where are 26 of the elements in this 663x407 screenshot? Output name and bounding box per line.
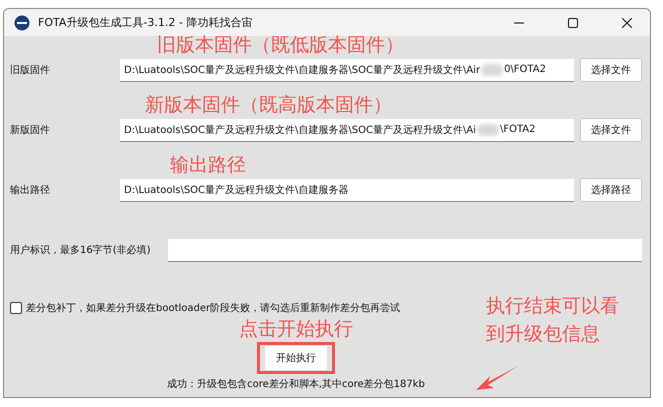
annotation-text: 到升级包信息	[486, 322, 601, 347]
status-text: 成功：升级包包含core差分和脚本,其中core差分包187kb	[167, 378, 425, 391]
field-label: 用户标识，最多16字节(非必填)	[10, 244, 152, 257]
browse-button[interactable]: 选择路径	[580, 178, 642, 202]
window-title: FOTA升级包生成工具-3.1.2 - 降功耗找合宙	[38, 15, 254, 30]
blur-mark	[481, 64, 504, 76]
browse-button[interactable]: 选择文件	[580, 58, 642, 82]
arrow-icon	[474, 364, 520, 392]
annotation-text: 执行结束可以看	[486, 294, 619, 319]
app-logo-icon	[14, 14, 30, 30]
field-label: 输出路径	[10, 184, 51, 197]
path-field[interactable]: D:\Luatools\SOC量产及远程升级文件\自建服务器\SOC量产及远程升级文件\Air 0\FOTA2	[120, 58, 574, 82]
field-label: 新版固件	[10, 124, 51, 137]
start-button[interactable]: 开始执行	[265, 346, 327, 370]
path-field[interactable]: D:\Luatools\SOC量产及远程升级文件\自建服务器\SOC量产及远程升级文件\Ai \FOTA2	[120, 118, 574, 142]
annotation-text: 旧版本固件（既低版本固件）	[157, 33, 404, 58]
user-id-field[interactable]	[168, 238, 642, 262]
browse-button[interactable]: 选择文件	[580, 118, 642, 142]
field-label: 旧版固件	[10, 64, 51, 77]
checkbox-label: 差分包补丁，如果差分升级在bootloader阶段失败，请勾选后重新制作差分包再尝试	[26, 302, 400, 315]
checkbox[interactable]	[10, 302, 22, 314]
annotation-text: 新版本固件（既高版本固件）	[145, 93, 392, 118]
path-field[interactable]: D:\Luatools\SOC量产及远程升级文件\自建服务器	[120, 178, 574, 202]
blur-mark	[476, 124, 499, 136]
annotation-text: 输出路径	[170, 153, 246, 178]
annotation-text: 点击开始执行	[239, 317, 353, 342]
